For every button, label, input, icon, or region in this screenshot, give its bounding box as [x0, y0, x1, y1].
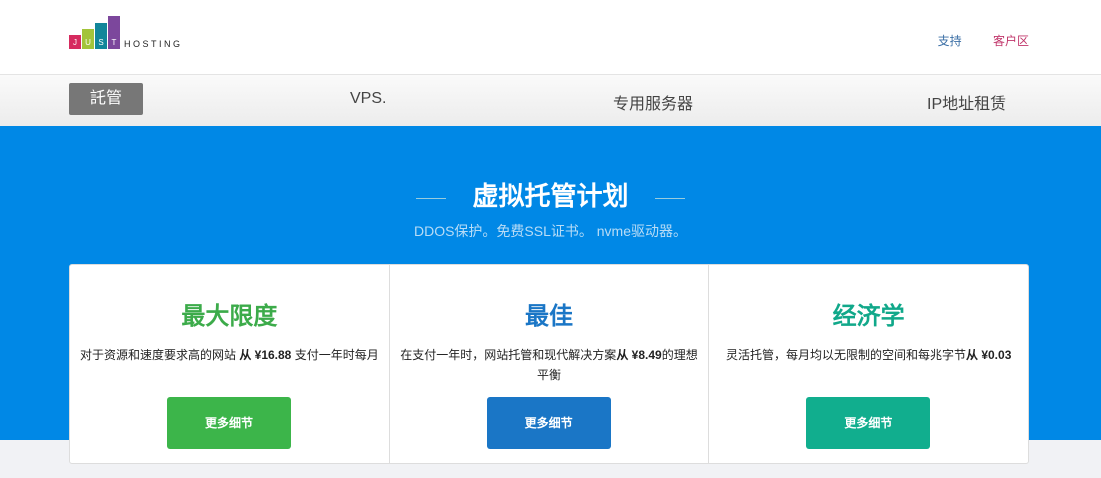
desc-text: 对于资源和速度要求高的网站 — [79, 348, 240, 362]
plan-title: 最大限度 — [181, 303, 278, 330]
plan-desc: 灵活托管，每月均以无限制的空间和每兆字节从 ¥0.03 — [717, 345, 1020, 365]
logo-letter: S — [95, 23, 107, 49]
logo-word: HOSTING — [124, 39, 183, 49]
logo-letter: J — [69, 35, 81, 49]
subtitle: DDOS保护。免费SSL证书。 nvme驱动器。 — [413, 223, 688, 239]
support-link[interactable]: 支持 — [938, 34, 962, 48]
plan-desc: 对于资源和速度要求高的网站 从 ¥16.88 支付一年时每月 — [78, 345, 381, 365]
client-area-link[interactable]: 客户区 — [993, 34, 1029, 48]
logo-letter: U — [82, 29, 94, 49]
more-details-button[interactable]: 更多细节 — [486, 397, 611, 449]
more-details-button[interactable]: 更多细节 — [806, 397, 931, 449]
price: 从 ¥16.88 — [239, 348, 292, 362]
nav-ip-rental[interactable]: IP地址租赁 — [927, 90, 1006, 114]
desc-text: 在支付一年时，网站托管和现代解决方案 — [400, 348, 617, 362]
divider — [654, 197, 685, 199]
nav-vps[interactable]: VPS. — [350, 90, 386, 108]
desc-text: 支付一年时每月 — [291, 348, 379, 362]
price: 从 ¥0.03 — [966, 348, 1012, 362]
desc-text: 灵活托管，每月均以无限制的空间和每兆字节 — [725, 348, 966, 362]
price: 从 ¥8.49 — [616, 348, 662, 362]
plan-cards: 最大限度 对于资源和速度要求高的网站 从 ¥16.88 支付一年时每月 更多细节… — [69, 264, 1029, 464]
nav-dedicated[interactable]: 专用服务器 — [613, 90, 693, 114]
plan-title: 最佳 — [525, 303, 573, 330]
plan-desc: 在支付一年时，网站托管和现代解决方案从 ¥8.49的理想平衡 — [398, 345, 701, 385]
plan-card-optimal: 最佳 在支付一年时，网站托管和现代解决方案从 ¥8.49的理想平衡 更多细节 — [390, 265, 710, 463]
more-details-button[interactable]: 更多细节 — [167, 397, 291, 449]
logo-letter: T — [108, 16, 120, 49]
header: J U S T HOSTING 支持 客户区 — [0, 0, 1101, 75]
nav-hosting[interactable]: 託管 — [69, 83, 143, 115]
plan-card-max: 最大限度 对于资源和速度要求高的网站 从 ¥16.88 支付一年时每月 更多细节 — [70, 265, 390, 463]
divider — [416, 197, 447, 199]
plan-card-economy: 经济学 灵活托管，每月均以无限制的空间和每兆字节从 ¥0.03 更多细节 — [709, 265, 1028, 463]
page-title: 虚拟托管计划 — [472, 181, 629, 211]
plan-title: 经济学 — [832, 303, 905, 330]
logo[interactable]: J U S T HOSTING — [69, 16, 183, 49]
main-nav: 託管 VPS. 专用服务器 IP地址租赁 — [0, 75, 1101, 126]
